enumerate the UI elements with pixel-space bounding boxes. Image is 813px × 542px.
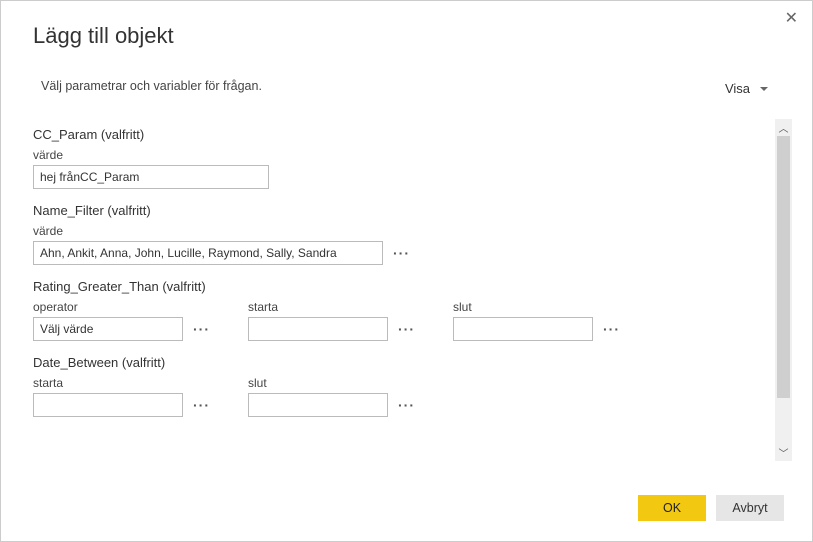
dialog: ✕ Lägg till objekt Visa Välj parametrar … (0, 0, 813, 542)
input-date-end[interactable] (248, 393, 388, 417)
label-rating-operator: operator (33, 300, 212, 314)
label-rating-end: slut (453, 300, 622, 314)
visa-dropdown[interactable]: Visa (725, 81, 768, 96)
input-rating-start[interactable] (248, 317, 388, 341)
dialog-subtitle: Välj parametrar och variabler för frågan… (1, 49, 812, 93)
input-name-filter-value[interactable] (33, 241, 383, 265)
scroll-track[interactable] (775, 136, 792, 444)
section-cc-param: CC_Param (valfritt) värde (33, 127, 768, 189)
label-rating-start: starta (248, 300, 417, 314)
section-title-cc-param: CC_Param (valfritt) (33, 127, 768, 142)
input-cc-param-value[interactable] (33, 165, 269, 189)
section-title-name-filter: Name_Filter (valfritt) (33, 203, 768, 218)
section-date-between: Date_Between (valfritt) starta ··· slut … (33, 355, 768, 417)
scroll-up-icon[interactable]: ︿ (775, 119, 792, 136)
chevron-down-icon (760, 87, 768, 91)
label-date-end: slut (248, 376, 417, 390)
ok-button[interactable]: OK (638, 495, 706, 521)
label-date-start: starta (33, 376, 212, 390)
input-rating-end[interactable] (453, 317, 593, 341)
scroll-down-icon[interactable]: ﹀ (775, 444, 792, 461)
ellipsis-rating-start[interactable]: ··· (396, 321, 417, 337)
section-name-filter: Name_Filter (valfritt) värde ··· (33, 203, 768, 265)
ellipsis-name-filter[interactable]: ··· (391, 245, 412, 261)
section-rating-gt: Rating_Greater_Than (valfritt) operator … (33, 279, 768, 341)
input-date-start[interactable] (33, 393, 183, 417)
dialog-title: Lägg till objekt (1, 1, 812, 49)
ellipsis-date-end[interactable]: ··· (396, 397, 417, 413)
close-icon[interactable]: ✕ (785, 11, 798, 27)
dialog-footer: OK Avbryt (638, 495, 784, 521)
ellipsis-rating-end[interactable]: ··· (601, 321, 622, 337)
cancel-button[interactable]: Avbryt (716, 495, 784, 521)
section-title-rating-gt: Rating_Greater_Than (valfritt) (33, 279, 768, 294)
form-scroll-area: CC_Param (valfritt) värde Name_Filter (v… (33, 119, 768, 461)
label-cc-param-value: värde (33, 148, 768, 162)
ellipsis-rating-operator[interactable]: ··· (191, 321, 212, 337)
input-rating-operator[interactable] (33, 317, 183, 341)
scroll-thumb[interactable] (777, 136, 790, 398)
scrollbar[interactable]: ︿ ﹀ (775, 119, 792, 461)
ellipsis-date-start[interactable]: ··· (191, 397, 212, 413)
label-name-filter-value: värde (33, 224, 768, 238)
section-title-date-between: Date_Between (valfritt) (33, 355, 768, 370)
visa-label: Visa (725, 81, 750, 96)
